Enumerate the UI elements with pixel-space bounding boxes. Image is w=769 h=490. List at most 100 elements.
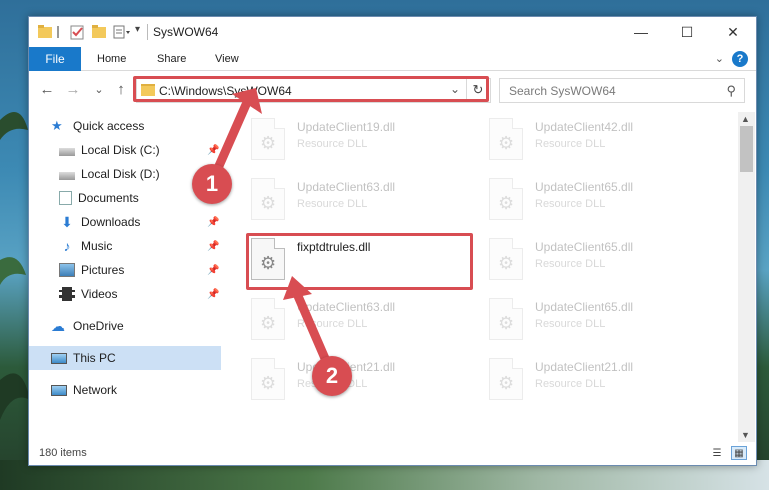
file-type: Resource DLL	[297, 138, 368, 150]
up-button[interactable]: ↑	[111, 79, 131, 99]
tab-share[interactable]: Share	[157, 47, 186, 71]
sidebar-item-quick-access[interactable]: ★ Quick access	[29, 114, 221, 138]
recent-locations-button[interactable]: ⌄	[89, 79, 109, 99]
address-dropdown-icon[interactable]: ⌄	[450, 82, 460, 96]
file-name: UpdateClient63.dll	[297, 180, 396, 194]
file-type: Resource DLL	[297, 318, 368, 330]
pin-icon[interactable]: 📌	[207, 265, 219, 276]
file-name: UpdateClient19.dll	[297, 120, 396, 134]
file-tile[interactable]: ⚙ UpdateClient21.dll Resource DLL	[249, 356, 469, 404]
properties-icon[interactable]	[69, 23, 85, 41]
dll-file-icon: ⚙	[251, 298, 285, 340]
close-button[interactable]: ✕	[710, 17, 756, 47]
sidebar-item-label: Videos	[81, 287, 118, 301]
details-view-icon[interactable]: ☰	[709, 446, 725, 460]
search-placeholder[interactable]: Search SysWOW64	[509, 84, 616, 98]
search-box[interactable]: Search SysWOW64 ⚲	[499, 78, 745, 103]
scroll-down-icon[interactable]: ▼	[741, 430, 750, 440]
sidebar-item-videos[interactable]: Videos 📌	[29, 282, 221, 306]
computer-icon	[51, 352, 67, 364]
file-name: UpdateClient21.dll	[535, 360, 634, 374]
qat-dropdown-icon[interactable]: ▾	[135, 24, 140, 42]
download-icon: ⬇	[61, 214, 73, 230]
file-name: UpdateClient65.dll	[535, 300, 634, 314]
gear-icon: ⚙	[260, 193, 277, 213]
file-tile[interactable]: ⚙ UpdateClient63.dll Resource DLL	[249, 176, 469, 224]
music-icon: ♪	[63, 238, 71, 254]
tab-file[interactable]: File	[29, 47, 81, 71]
sidebar-item-label: Local Disk (D:)	[81, 167, 160, 181]
back-button[interactable]: ←	[37, 79, 57, 99]
toolbar-divider	[57, 26, 59, 38]
customize-toolbar-icon[interactable]	[113, 23, 131, 41]
file-tile[interactable]: ⚙ UpdateClient65.dll Resource DLL	[487, 176, 707, 224]
file-type: Resource DLL	[535, 198, 606, 210]
sidebar-item-pictures[interactable]: Pictures 📌	[29, 258, 221, 282]
dll-file-icon: ⚙	[251, 118, 285, 160]
file-tile[interactable]: ⚙ UpdateClient42.dll Resource DLL	[487, 116, 707, 164]
dll-file-icon: ⚙	[489, 238, 523, 280]
window-title: SysWOW64	[153, 25, 219, 39]
tab-home[interactable]: Home	[97, 47, 126, 71]
dll-file-icon: ⚙	[251, 358, 285, 400]
navigation-bar: ← → ⌄ ↑ C:\Windows\SysWOW64 ⌄ ↻ Search S…	[29, 75, 756, 105]
star-icon: ★	[51, 118, 63, 133]
address-path[interactable]: C:\Windows\SysWOW64	[159, 84, 292, 98]
file-tile[interactable]: ⚙ UpdateClient65.dll Resource DLL	[487, 236, 707, 284]
dll-file-icon: ⚙	[489, 298, 523, 340]
sidebar-item-this-pc[interactable]: This PC	[29, 346, 221, 370]
sidebar-item-music[interactable]: ♪ Music 📌	[29, 234, 221, 258]
dll-file-icon: ⚙	[251, 178, 285, 220]
pin-icon[interactable]: 📌	[207, 289, 219, 300]
navigation-pane: ★ Quick access Local Disk (C:) 📌 Local D…	[29, 112, 221, 442]
pin-icon[interactable]: 📌	[207, 145, 219, 156]
sidebar-item-downloads[interactable]: ⬇ Downloads 📌	[29, 210, 221, 234]
file-highlight-box	[246, 233, 473, 290]
gear-icon: ⚙	[498, 313, 515, 333]
dll-file-icon: ⚙	[489, 178, 523, 220]
scroll-up-icon[interactable]: ▲	[741, 114, 750, 124]
ribbon-tabs: File Home Share View ⌄ ?	[29, 47, 756, 71]
new-folder-icon[interactable]	[91, 23, 107, 41]
file-name: UpdateClient42.dll	[535, 120, 634, 134]
pin-icon[interactable]: 📌	[207, 241, 219, 252]
sidebar-item-label: This PC	[73, 351, 116, 365]
file-type: Resource DLL	[535, 138, 606, 150]
status-bar: 180 items ☰ ▦	[29, 443, 756, 465]
sidebar-item-label: Pictures	[81, 263, 125, 277]
gear-icon: ⚙	[498, 373, 515, 393]
tiles-view-icon[interactable]: ▦	[731, 446, 747, 460]
search-icon[interactable]: ⚲	[726, 83, 736, 99]
dll-file-icon: ⚙	[489, 118, 523, 160]
file-type: Resource DLL	[535, 318, 606, 330]
callout-step-2: 2	[312, 356, 352, 396]
expand-ribbon-icon[interactable]: ⌄	[715, 52, 724, 65]
file-type: Resource DLL	[297, 198, 368, 210]
sidebar-item-label: Quick access	[73, 119, 145, 133]
address-bar[interactable]: C:\Windows\SysWOW64 ⌄	[136, 78, 491, 103]
file-tile[interactable]: ⚙ UpdateClient63.dll Resource DLL	[249, 296, 469, 344]
network-icon	[51, 384, 67, 396]
drive-icon	[59, 148, 75, 156]
refresh-button[interactable]: ↻	[466, 78, 489, 101]
scrollbar-thumb[interactable]	[740, 126, 753, 172]
vertical-scrollbar[interactable]: ▲ ▼	[738, 112, 755, 442]
pictures-icon	[59, 263, 75, 277]
file-tile[interactable]: ⚙ UpdateClient19.dll Resource DLL	[249, 116, 469, 164]
sidebar-item-label: Music	[81, 239, 113, 253]
sidebar-item-local-disk-c[interactable]: Local Disk (C:) 📌	[29, 138, 221, 162]
tab-view[interactable]: View	[215, 47, 239, 71]
folder-icon[interactable]	[37, 23, 53, 41]
sidebar-item-network[interactable]: Network	[29, 378, 221, 402]
explorer-window: ▾ SysWOW64 — ☐ ✕ File Home Share View ⌄ …	[28, 16, 757, 466]
title-divider	[147, 24, 148, 40]
pin-icon[interactable]: 📌	[207, 217, 219, 228]
maximize-button[interactable]: ☐	[664, 17, 710, 47]
file-name: UpdateClient65.dll	[535, 240, 634, 254]
forward-button[interactable]: →	[63, 79, 83, 99]
sidebar-item-onedrive[interactable]: ☁ OneDrive	[29, 314, 221, 338]
file-tile[interactable]: ⚙ UpdateClient21.dll Resource DLL	[487, 356, 707, 404]
minimize-button[interactable]: —	[618, 17, 664, 47]
file-tile[interactable]: ⚙ UpdateClient65.dll Resource DLL	[487, 296, 707, 344]
help-button[interactable]: ?	[732, 51, 748, 67]
